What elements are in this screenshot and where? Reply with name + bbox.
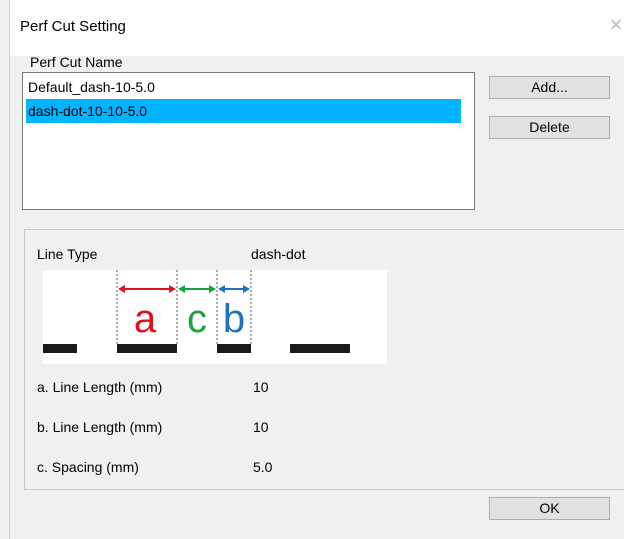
line-length-b-label: b. Line Length (mm) [37,419,163,435]
list-item-dash-dot[interactable]: dash-dot-10-10-5.0 [26,99,461,123]
spacing-c-value: 5.0 [253,459,273,475]
ok-button[interactable]: OK [489,497,610,520]
arrow-c [178,285,216,293]
delete-button[interactable]: Delete [489,116,610,139]
list-item-default-dash[interactable]: Default_dash-10-5.0 [26,75,461,99]
letter-a: a [134,297,157,341]
dash-segment [43,344,77,353]
add-button[interactable]: Add... [489,76,610,99]
dash-segment [290,344,350,353]
line-length-a-value: 10 [253,379,269,395]
line-length-b-value: 10 [253,419,269,435]
line-type-groupbox: Line Type dash-dot a c b a. Line Length … [24,229,624,490]
dot-segment [217,344,251,353]
window-title: Perf Cut Setting [20,18,126,35]
letter-b: b [223,297,245,341]
close-icon[interactable]: × [605,14,624,36]
line-type-value: dash-dot [251,246,306,262]
perf-cut-setting-dialog: Perf Cut Setting × Perf Cut Name Default… [9,0,624,539]
dash-segment [117,344,177,353]
spacing-c-label: c. Spacing (mm) [37,459,139,475]
arrow-a [118,285,176,293]
line-pattern-diagram: a c b [43,270,387,364]
letter-c: c [187,297,207,341]
perf-cut-name-label: Perf Cut Name [30,54,123,70]
line-length-a-label: a. Line Length (mm) [37,379,163,395]
arrow-b [218,285,250,293]
perf-cut-name-list[interactable]: Default_dash-10-5.0 dash-dot-10-10-5.0 [22,72,475,210]
title-bar: Perf Cut Setting × [10,0,624,56]
line-type-label: Line Type [37,246,98,262]
